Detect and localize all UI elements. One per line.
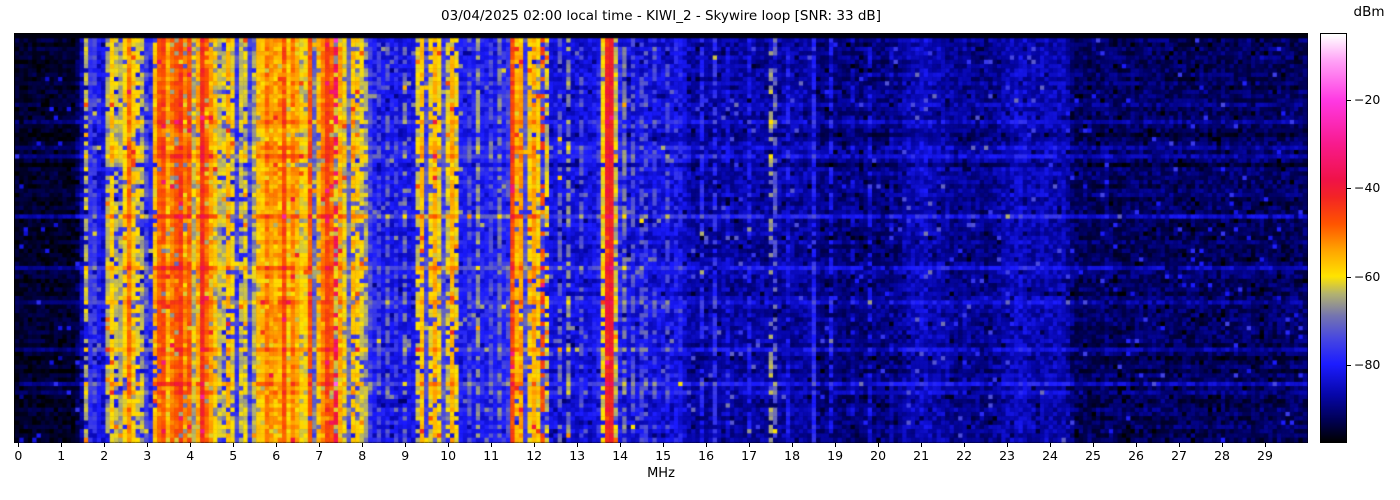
x-tick-label: 17 [729, 448, 769, 463]
x-tick-label: 15 [643, 448, 683, 463]
x-tick [1222, 443, 1223, 447]
x-tick [1050, 443, 1051, 447]
x-tick [577, 443, 578, 447]
x-tick [1179, 443, 1180, 447]
x-tick-label: 16 [686, 448, 726, 463]
x-tick [491, 443, 492, 447]
figure: 03/04/2025 02:00 local time - KIWI_2 - S… [0, 0, 1400, 500]
x-tick [964, 443, 965, 447]
x-tick-label: 13 [557, 448, 597, 463]
x-tick [276, 443, 277, 447]
x-tick-label: 26 [1116, 448, 1156, 463]
x-tick-label: 3 [127, 448, 167, 463]
x-tick [104, 443, 105, 447]
chart-title: 03/04/2025 02:00 local time - KIWI_2 - S… [14, 8, 1308, 24]
x-tick [792, 443, 793, 447]
x-tick [534, 443, 535, 447]
x-tick-label: 25 [1073, 448, 1113, 463]
x-tick [1265, 443, 1266, 447]
x-tick-label: 22 [944, 448, 984, 463]
colorbar-tick-label: −80 [1354, 357, 1398, 372]
x-tick-label: 8 [342, 448, 382, 463]
x-tick [835, 443, 836, 447]
x-tick-label: 10 [428, 448, 468, 463]
x-tick [362, 443, 363, 447]
x-tick-label: 1 [41, 448, 81, 463]
x-tick-label: 20 [858, 448, 898, 463]
x-tick [405, 443, 406, 447]
x-tick [61, 443, 62, 447]
x-tick-label: 6 [256, 448, 296, 463]
colorbar-tick [1347, 365, 1351, 366]
colorbar [1320, 33, 1347, 443]
x-tick-label: 29 [1245, 448, 1285, 463]
x-tick-label: 27 [1159, 448, 1199, 463]
x-tick-label: 21 [901, 448, 941, 463]
x-tick-label: 19 [815, 448, 855, 463]
x-tick [147, 443, 148, 447]
x-tick [706, 443, 707, 447]
x-axis-label: MHz [611, 466, 711, 481]
x-tick-label: 24 [1030, 448, 1070, 463]
colorbar-tick-label: −60 [1354, 269, 1398, 284]
x-tick-label: 18 [772, 448, 812, 463]
x-tick-label: 9 [385, 448, 425, 463]
colorbar-tick [1347, 277, 1351, 278]
colorbar-tick [1347, 188, 1351, 189]
x-tick-label: 4 [170, 448, 210, 463]
x-tick-label: 11 [471, 448, 511, 463]
spectrogram-canvas [14, 33, 1308, 443]
x-tick [620, 443, 621, 447]
x-tick [663, 443, 664, 447]
x-tick [448, 443, 449, 447]
colorbar-label: dBm [1340, 4, 1398, 20]
x-tick [190, 443, 191, 447]
x-tick-label: 28 [1202, 448, 1242, 463]
x-tick-label: 0 [0, 448, 38, 463]
x-tick [878, 443, 879, 447]
colorbar-gradient [1321, 34, 1346, 442]
colorbar-tick [1347, 100, 1351, 101]
x-tick [1136, 443, 1137, 447]
x-tick-label: 7 [299, 448, 339, 463]
x-tick [18, 443, 19, 447]
x-tick-label: 14 [600, 448, 640, 463]
x-tick-label: 23 [987, 448, 1027, 463]
colorbar-tick-label: −20 [1354, 92, 1398, 107]
x-tick [749, 443, 750, 447]
x-tick-label: 2 [84, 448, 124, 463]
x-tick-label: 5 [213, 448, 253, 463]
x-tick-label: 12 [514, 448, 554, 463]
x-tick [319, 443, 320, 447]
x-tick [1007, 443, 1008, 447]
x-tick [1093, 443, 1094, 447]
colorbar-tick-label: −40 [1354, 180, 1398, 195]
x-tick [233, 443, 234, 447]
x-tick [921, 443, 922, 447]
